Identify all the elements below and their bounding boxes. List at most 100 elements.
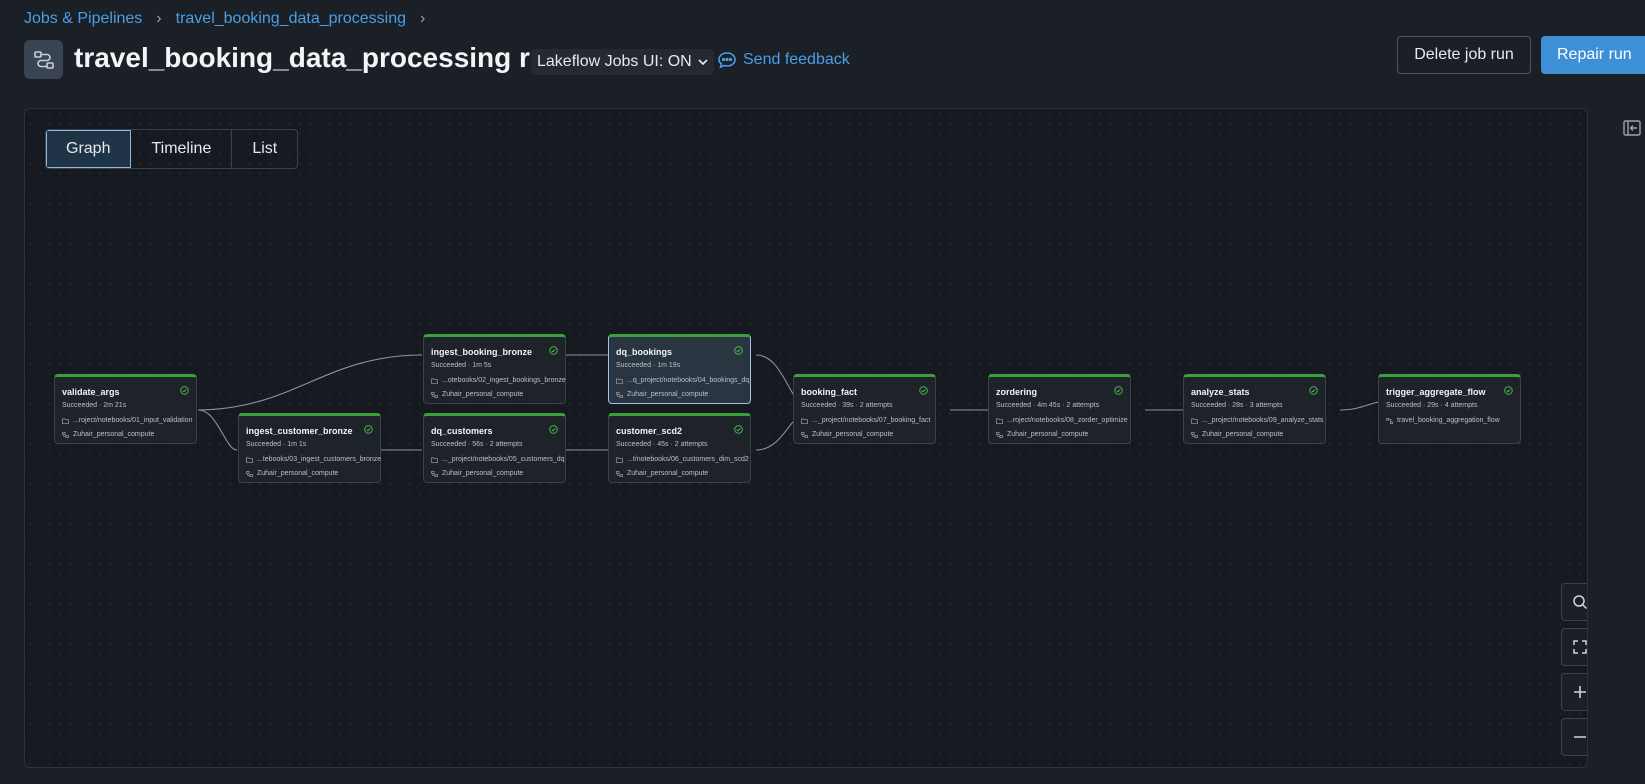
lakeflow-ui-label: Lakeflow Jobs UI: ON <box>537 53 692 70</box>
send-feedback-link[interactable]: Send feedback <box>717 51 850 69</box>
task-node[interactable]: ingest_customer_bronze Succeeded · 1m 1s.… <box>238 413 381 483</box>
task-path-text: ...roject/notebooks/08_zorder_optimize <box>1007 417 1128 424</box>
task-status: Succeeded · 2m 21s <box>62 402 127 409</box>
check-circle-icon <box>180 386 189 395</box>
task-path[interactable]: ...roject/notebooks/08_zorder_optimize <box>996 417 1128 424</box>
task-node[interactable]: customer_scd2 Succeeded · 45s · 2 attempt… <box>608 413 751 483</box>
breadcrumb-job[interactable]: travel_booking_data_processing <box>176 10 406 28</box>
task-compute-text: Zuhair_personal_compute <box>1007 431 1089 438</box>
task-compute[interactable]: Zuhair_personal_compute <box>1191 431 1283 438</box>
task-path[interactable]: ..._project/notebooks/09_analyze_stats <box>1191 417 1323 424</box>
task-node[interactable]: booking_fact Succeeded · 39s · 2 attempts… <box>793 374 936 444</box>
check-circle-icon <box>734 425 743 434</box>
chevron-right-icon: › <box>156 10 162 27</box>
task-compute[interactable]: Zuhair_personal_compute <box>616 391 708 398</box>
folder-icon <box>431 378 438 384</box>
delete-job-run-button[interactable]: Delete job run <box>1397 36 1531 74</box>
zoom-out-button[interactable] <box>1561 718 1587 756</box>
task-path[interactable]: ..._project/notebooks/07_booking_fact <box>801 417 930 424</box>
check-circle-icon <box>1114 386 1123 395</box>
folder-icon <box>616 378 623 384</box>
folder-icon <box>246 457 253 463</box>
task-path[interactable]: ...tebooks/03_ingest_customers_bronze <box>246 456 381 463</box>
task-compute[interactable]: Zuhair_personal_compute <box>431 391 523 398</box>
task-node[interactable]: zordering Succeeded · 4m 45s · 2 attempts… <box>988 374 1131 444</box>
check-circle-icon <box>549 425 558 434</box>
compute-icon <box>996 431 1003 438</box>
task-compute[interactable]: Zuhair_personal_compute <box>996 431 1088 438</box>
task-name: analyze_stats <box>1191 387 1250 397</box>
folder-icon <box>1191 418 1198 424</box>
task-path[interactable]: ...roject/notebooks/01_input_validation <box>62 417 192 424</box>
task-name: dq_bookings <box>616 347 672 357</box>
task-status: Succeeded · 45s · 2 attempts <box>616 441 708 448</box>
task-status: Succeeded · 56s · 2 attempts <box>431 441 523 448</box>
compute-icon <box>62 431 69 438</box>
task-path[interactable]: travel_booking_aggregation_flow <box>1386 417 1500 424</box>
task-compute-text: Zuhair_personal_compute <box>812 431 894 438</box>
task-status: Succeeded · 28s · 3 attempts <box>1191 402 1283 409</box>
task-compute[interactable]: Zuhair_personal_compute <box>246 470 338 477</box>
fit-screen-icon <box>1573 640 1587 654</box>
task-node[interactable]: dq_customers Succeeded · 56s · 2 attempts… <box>423 413 566 483</box>
task-compute-text: Zuhair_personal_compute <box>257 470 339 477</box>
task-status: Succeeded · 1m 5s <box>431 362 492 369</box>
compute-icon <box>431 470 438 477</box>
lakeflow-ui-toggle[interactable]: Lakeflow Jobs UI: ON <box>531 49 714 75</box>
search-button[interactable] <box>1561 583 1587 621</box>
repair-run-button[interactable]: Repair run <box>1541 36 1645 74</box>
task-name: validate_args <box>62 387 120 397</box>
task-compute[interactable]: Zuhair_personal_compute <box>431 470 523 477</box>
task-name: trigger_aggregate_flow <box>1386 387 1486 397</box>
task-name: ingest_customer_bronze <box>246 426 353 436</box>
task-node[interactable]: dq_bookings Succeeded · 1m 19s ...q_projec… <box>608 334 751 404</box>
task-status: Succeeded · 1m 19s <box>616 362 681 369</box>
task-name: zordering <box>996 387 1038 397</box>
zoom-in-button[interactable] <box>1561 673 1587 711</box>
task-path[interactable]: ...otebooks/02_ingest_bookings_bronze <box>431 377 566 384</box>
chevron-down-icon <box>698 59 708 66</box>
compute-icon <box>801 431 808 438</box>
sidebar-collapse-icon[interactable] <box>1622 118 1642 138</box>
task-path[interactable]: ...q_project/notebooks/04_bookings_dq <box>616 377 749 384</box>
zoom-out-icon <box>1574 736 1586 738</box>
task-compute[interactable]: Zuhair_personal_compute <box>616 470 708 477</box>
task-node[interactable]: analyze_stats Succeeded · 28s · 3 attempt… <box>1183 374 1326 444</box>
task-compute-text: Zuhair_personal_compute <box>627 391 709 398</box>
zoom-in-icon <box>1574 686 1586 698</box>
task-node[interactable]: validate_args Succeeded · 2m 21s ...roject… <box>54 374 197 444</box>
folder-icon <box>801 418 808 424</box>
fit-screen-button[interactable] <box>1561 628 1587 666</box>
check-circle-icon <box>364 425 373 434</box>
task-path-text: ...tebooks/03_ingest_customers_bronze <box>257 456 382 463</box>
task-status: Succeeded · 4m 45s · 2 attempts <box>996 402 1100 409</box>
folder-icon <box>616 457 623 463</box>
breadcrumb-jobs-pipelines[interactable]: Jobs & Pipelines <box>24 10 142 28</box>
task-node[interactable]: trigger_aggregate_flow Succeeded · 29s · … <box>1378 374 1521 444</box>
task-path[interactable]: ..._project/notebooks/05_customers_dq <box>431 456 565 463</box>
edge <box>197 354 423 411</box>
compute-icon <box>1191 431 1198 438</box>
folder-icon <box>431 457 438 463</box>
check-circle-icon <box>1504 386 1513 395</box>
task-compute[interactable]: Zuhair_personal_compute <box>801 431 893 438</box>
edge <box>197 409 238 451</box>
task-path-text: ...roject/notebooks/01_input_validation <box>73 417 193 424</box>
task-path-text: ..._project/notebooks/09_analyze_stats <box>1202 417 1324 424</box>
task-compute-text: Zuhair_personal_compute <box>442 391 524 398</box>
task-compute[interactable]: Zuhair_personal_compute <box>62 431 154 438</box>
job-link-icon <box>1386 417 1393 424</box>
task-status: Succeeded · 39s · 2 attempts <box>801 402 893 409</box>
task-name: ingest_booking_bronze <box>431 347 533 357</box>
task-node[interactable]: ingest_booking_bronze Succeeded · 1m 5s..… <box>423 334 566 404</box>
task-compute-text: Zuhair_personal_compute <box>1202 431 1284 438</box>
compute-icon <box>246 470 253 477</box>
job-icon <box>24 40 63 79</box>
check-circle-icon <box>734 346 743 355</box>
task-path-text: ..._project/notebooks/05_customers_dq <box>442 456 565 463</box>
task-compute-text: Zuhair_personal_compute <box>442 470 524 477</box>
compute-icon <box>616 470 623 477</box>
task-compute-text: Zuhair_personal_compute <box>627 470 709 477</box>
task-path[interactable]: ...t/notebooks/06_customers_dim_scd2 <box>616 456 749 463</box>
compute-icon <box>616 391 623 398</box>
